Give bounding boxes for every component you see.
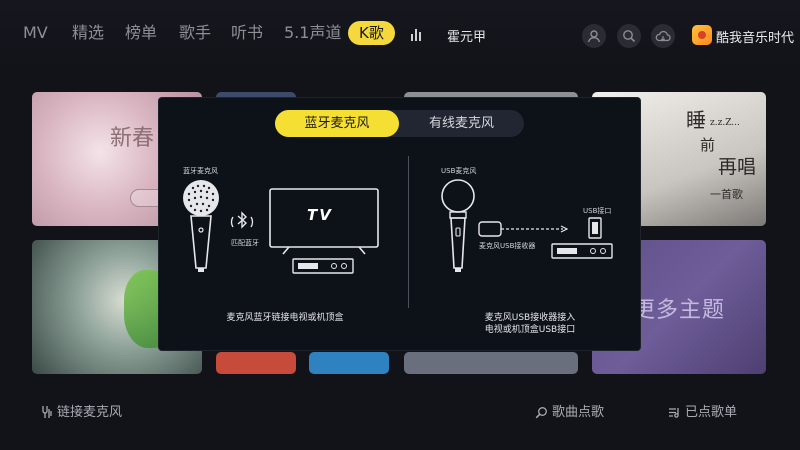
set-top-box-illustration <box>292 258 354 274</box>
content-card-partial[interactable] <box>216 352 296 374</box>
content-card-partial[interactable] <box>404 352 578 374</box>
mic-connection-dialog: 蓝牙麦克风 有线麦克风 蓝牙麦克风 匹配蓝牙 TV 麦克风蓝牙链接电视或机顶盒 <box>159 98 640 350</box>
tab-wired-mic[interactable]: 有线麦克风 <box>399 110 524 137</box>
bluetooth-caption: 麦克风蓝牙链接电视或机顶盒 <box>226 313 344 323</box>
pair-bluetooth-label: 匹配蓝牙 <box>231 239 259 247</box>
card-vertical-text: 再唱 <box>718 156 757 178</box>
queued-songs-label: 已点歌单 <box>685 405 738 420</box>
bluetooth-microphone-illustration <box>183 180 219 272</box>
tab-singers[interactable]: 歌手 <box>179 22 211 44</box>
kuwo-logo-icon <box>692 25 712 45</box>
user-icon[interactable] <box>582 24 606 48</box>
tv-label: TV <box>307 206 333 224</box>
brand-name: 酷我音乐时代 <box>716 31 795 46</box>
usb-port-label: USB接口 <box>583 207 612 215</box>
bars-icon <box>411 28 423 41</box>
bluetooth-icon <box>230 211 254 229</box>
card-vertical-text: 睡 <box>686 108 706 132</box>
card-zz-text: z.z.Z... <box>710 118 740 128</box>
mic-type-switcher: 蓝牙麦克风 有线麦克风 <box>275 110 524 137</box>
connect-mic-label: 链接麦克风 <box>57 405 123 420</box>
playlist-icon <box>669 408 679 418</box>
tab-charts[interactable]: 榜单 <box>125 22 157 44</box>
queued-songs-button[interactable]: 已点歌单 <box>668 401 737 420</box>
usb-microphone-illustration <box>441 179 475 272</box>
usb-mic-label: USB麦克风 <box>441 167 477 175</box>
card-title: 新春 <box>110 126 155 151</box>
search-song-button[interactable]: 歌曲点歌 <box>535 401 604 420</box>
usb-set-top-box-illustration <box>551 243 613 259</box>
bluetooth-mic-label: 蓝牙麦克风 <box>183 167 218 175</box>
usb-port-illustration <box>588 217 602 239</box>
usb-caption-line2: 电视或机顶盒USB接口 <box>484 325 576 335</box>
search-song-label: 歌曲点歌 <box>552 405 605 420</box>
tab-audiobooks[interactable]: 听书 <box>231 22 263 44</box>
tab-surround[interactable]: 5.1声道 <box>284 22 341 44</box>
microphone-connect-icon <box>42 406 52 418</box>
dialog-divider <box>408 156 409 308</box>
card-subtitle: 一首歌 <box>710 188 743 201</box>
tab-bluetooth-mic[interactable]: 蓝牙麦克风 <box>275 110 399 137</box>
content-card-partial[interactable] <box>309 352 389 374</box>
tv-illustration <box>269 188 379 255</box>
song-search-icon <box>535 407 547 419</box>
cloud-icon[interactable] <box>651 24 675 48</box>
connect-mic-button[interactable]: 链接麦克风 <box>40 401 122 420</box>
tab-karaoke[interactable]: K歌 <box>348 21 395 45</box>
usb-receiver-label: 麦克风USB接收器 <box>479 242 536 250</box>
top-navigation: MV 精选 榜单 歌手 听书 5.1声道 K歌 霍元甲 酷我音乐时代 <box>0 0 800 70</box>
user-name[interactable]: 霍元甲 <box>447 26 486 45</box>
tab-mv[interactable]: MV <box>23 22 48 44</box>
search-icon[interactable] <box>617 24 641 48</box>
card-vertical-text: 前 <box>700 136 716 154</box>
tab-featured[interactable]: 精选 <box>72 22 104 44</box>
